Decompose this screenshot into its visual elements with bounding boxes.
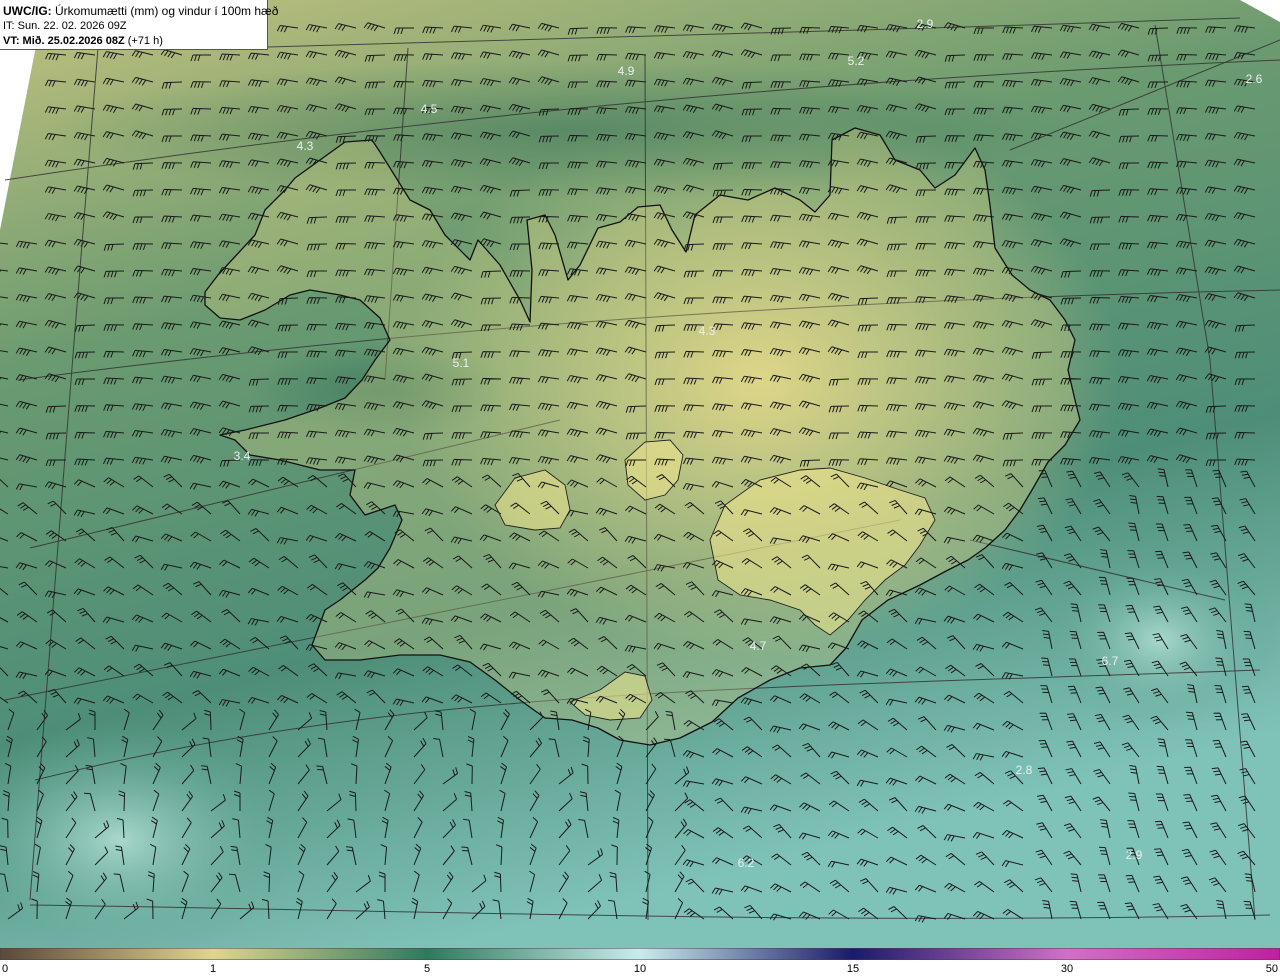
precip-max-label: 4.7 bbox=[750, 639, 767, 653]
precip-max-label: 3.4 bbox=[234, 449, 251, 463]
precip-max-label: 6.7 bbox=[1102, 654, 1119, 668]
precipitation-colorbar bbox=[0, 948, 1280, 960]
colorbar-tick-label: 5 bbox=[423, 963, 431, 975]
map-title: UWC/IG: Úrkomumætti (mm) og vindur í 100… bbox=[3, 3, 278, 19]
colorbar-fill bbox=[0, 948, 1280, 960]
precip-max-label: 2.6 bbox=[1246, 72, 1263, 86]
valid-time-lead: (+71 h) bbox=[124, 35, 163, 47]
colorbar-tick-label: 30 bbox=[1060, 963, 1074, 975]
precip-max-label: 2.9 bbox=[917, 17, 934, 31]
precip-max-label: 4.5 bbox=[421, 102, 438, 116]
colorbar-tick-label: 15 bbox=[846, 963, 860, 975]
valid-time-date: VT: Mið. 25.02.2026 08Z bbox=[3, 35, 125, 47]
precip-max-label: 5.1 bbox=[453, 356, 470, 370]
precip-max-label: 6.2 bbox=[738, 856, 755, 870]
colorbar-tick-label: 50 bbox=[1265, 963, 1278, 975]
colorbar-ticks: 0 1 5 10 15 30 50 bbox=[0, 960, 1280, 978]
map-title-prefix: UWC/IG: bbox=[3, 4, 52, 18]
colorbar-tick-label: 10 bbox=[633, 963, 647, 975]
precip-max-label: 2.8 bbox=[1016, 763, 1033, 777]
precip-max-label: 2.9 bbox=[1126, 848, 1143, 862]
issue-time: IT: Sun. 22. 02. 2026 09Z bbox=[3, 20, 127, 32]
map-info-box: UWC/IG: Úrkomumætti (mm) og vindur í 100… bbox=[0, 0, 278, 50]
precip-max-label: 4.9 bbox=[618, 64, 635, 78]
precipitation-wind-map: 2.9 5.2 4.9 2.6 4.5 4.3 4.3 5.1 3.4 4.7 6.7 2.8 6.2 2… bbox=[0, 0, 1280, 948]
map-title-text: Úrkomumætti (mm) og vindur í 100m hæð bbox=[51, 4, 279, 18]
colorbar-tick-label: 0 bbox=[2, 963, 9, 975]
precip-max-label: 4.3 bbox=[699, 324, 716, 338]
valid-time: VT: Mið. 25.02.2026 08Z (+71 h) bbox=[3, 34, 267, 49]
precip-max-label: 4.3 bbox=[297, 139, 314, 153]
precip-max-label: 5.2 bbox=[848, 54, 865, 68]
colorbar-tick-label: 1 bbox=[209, 963, 217, 975]
